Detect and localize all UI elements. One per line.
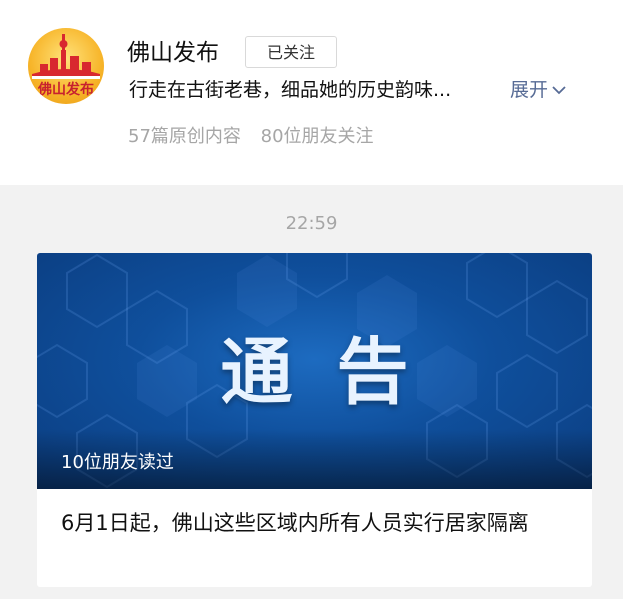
account-description: 行走在古街老巷，细品她的历史韵味... [129,79,452,101]
cover-title: 通告 [220,330,453,414]
chevron-down-icon [552,86,566,95]
expand-button[interactable]: 展开 [510,77,566,103]
article-cover: 通告 10位朋友读过 [37,253,592,489]
account-header: 佛山发布 佛山发布 已关注 行走在古街老巷，细品她的历史韵味... 展开 57篇… [0,0,623,185]
account-name[interactable]: 佛山发布 [127,38,219,68]
original-count[interactable]: 57篇原创内容 [128,126,241,147]
friends-read-count: 10位朋友读过 [61,452,174,473]
account-stats: 57篇原创内容 80位朋友关注 [128,124,374,150]
message-timestamp: 22:59 [285,213,338,234]
expand-label: 展开 [510,79,549,101]
avatar-label: 佛山发布 [38,82,94,98]
article-title[interactable]: 6月1日起，佛山这些区域内所有人员实行居家隔离 [61,509,571,538]
article-card[interactable]: 通告 10位朋友读过 6月1日起，佛山这些区域内所有人员实行居家隔离 [37,253,592,587]
account-avatar[interactable]: 佛山发布 [28,28,104,104]
follow-button[interactable]: 已关注 [245,36,337,68]
friends-following[interactable]: 80位朋友关注 [261,126,374,147]
